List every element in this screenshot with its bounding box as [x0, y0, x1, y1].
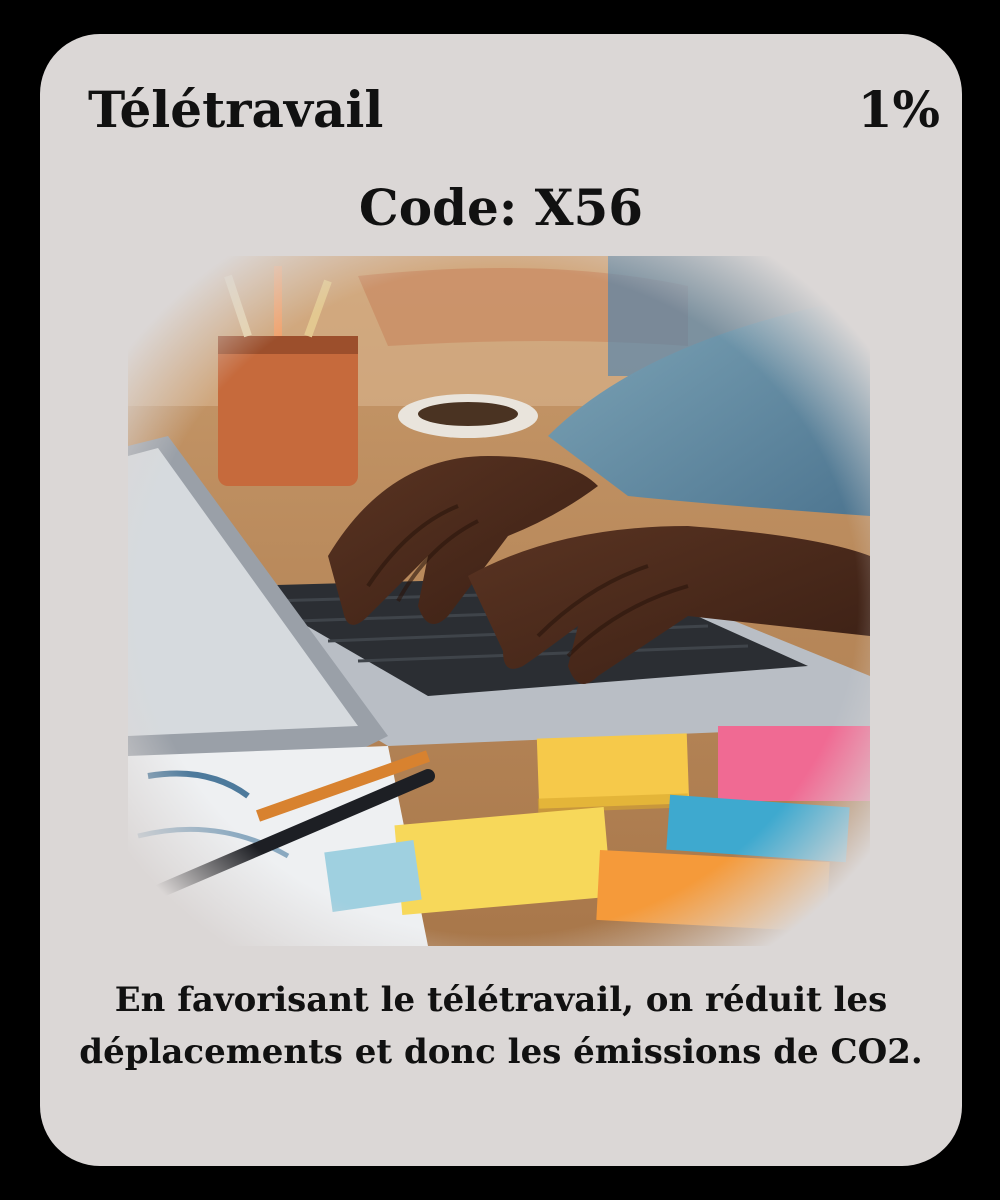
card-illustration: [128, 256, 870, 946]
card-description: En favorisant le télétravail, on réduit …: [79, 980, 923, 1072]
card-title: Télétravail: [88, 80, 384, 139]
game-card: Télétravail 1% Code: X56 En favorisant l…: [40, 34, 962, 1166]
card-percent: 1%: [857, 80, 940, 139]
card-code: Code: X56: [358, 178, 644, 237]
laptop-typing-illustration: [128, 256, 870, 946]
